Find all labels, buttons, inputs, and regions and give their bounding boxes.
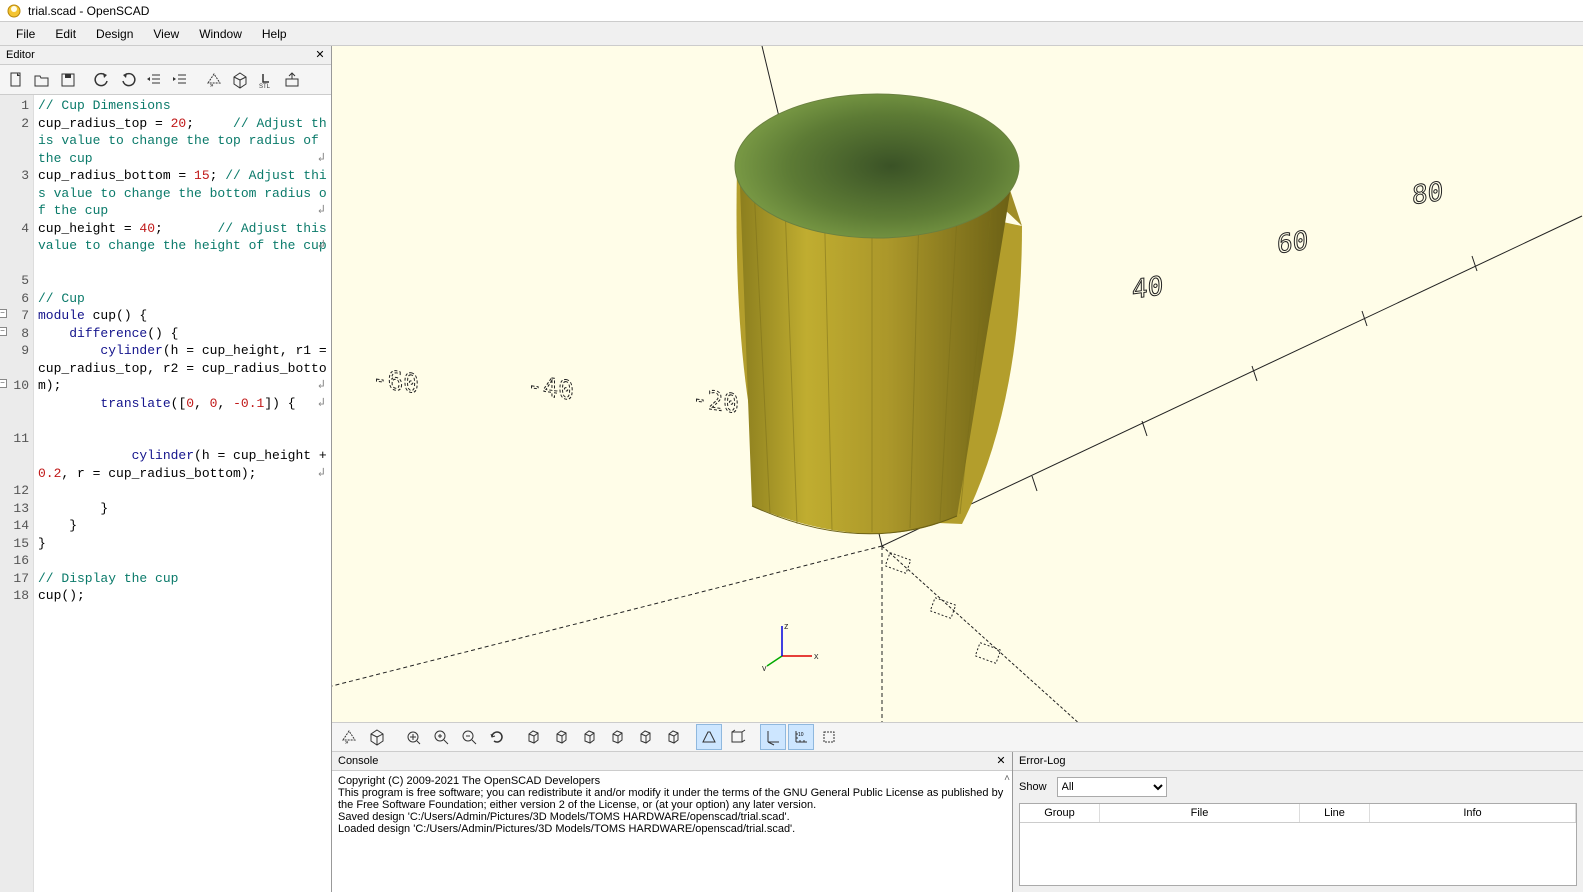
error-log-panel: Error-Log Show All GroupFileLineInfo <box>1013 752 1583 892</box>
send-icon[interactable] <box>280 68 304 92</box>
app-icon <box>6 3 22 19</box>
zoom-out-icon[interactable] <box>456 724 482 750</box>
svg-text:-40: -40 <box>527 371 574 407</box>
close-icon[interactable]: ✕ <box>313 48 327 62</box>
error-log-header: Error-Log <box>1013 752 1583 771</box>
svg-text:»: » <box>210 83 214 89</box>
svg-text:40: 40 <box>1132 271 1163 305</box>
indent-icon[interactable] <box>168 68 192 92</box>
view-left-icon[interactable] <box>604 724 630 750</box>
svg-text:10: 10 <box>798 732 804 738</box>
show-label: Show <box>1019 781 1047 793</box>
svg-text:-20: -20 <box>692 384 739 420</box>
menu-bar: FileEditDesignViewWindowHelp <box>0 22 1583 46</box>
console-panel: Console ✕ ˄ Copyright (C) 2009-2021 The … <box>332 752 1013 892</box>
console-output[interactable]: ˄ Copyright (C) 2009-2021 The OpenSCAD D… <box>332 771 1012 892</box>
console-line: Saved design 'C:/Users/Admin/Pictures/3D… <box>338 811 1006 823</box>
code-editor[interactable]: 1234567−8−910−1112131415161718 // Cup Di… <box>0 95 331 892</box>
editor-panel-header: Editor ✕ <box>0 46 331 65</box>
console-line: Copyright (C) 2009-2021 The OpenSCAD Dev… <box>338 775 1006 787</box>
menu-window[interactable]: Window <box>189 25 252 43</box>
close-icon[interactable]: ✕ <box>994 754 1008 768</box>
error-log-title: Error-Log <box>1019 755 1065 767</box>
open-icon[interactable] <box>30 68 54 92</box>
console-line: Loaded design 'C:/Users/Admin/Pictures/3… <box>338 823 1006 835</box>
editor-panel: Editor ✕ » STL 1234567−8−910−111213141516… <box>0 46 332 892</box>
view-right-icon[interactable] <box>520 724 546 750</box>
error-col-line[interactable]: Line <box>1300 804 1370 822</box>
menu-edit[interactable]: Edit <box>45 25 86 43</box>
menu-help[interactable]: Help <box>252 25 297 43</box>
error-col-info[interactable]: Info <box>1370 804 1576 822</box>
3d-model-render: 40 60 80 -20 -40 -60 <box>332 46 1583 722</box>
svg-text:STL: STL <box>259 84 271 89</box>
menu-view[interactable]: View <box>143 25 189 43</box>
axes-icon[interactable] <box>760 724 786 750</box>
error-col-file[interactable]: File <box>1100 804 1300 822</box>
svg-text:-60: -60 <box>372 364 419 400</box>
preview-icon[interactable]: » <box>202 68 226 92</box>
save-icon[interactable] <box>56 68 80 92</box>
reset-view-icon[interactable] <box>484 724 510 750</box>
view-top-icon[interactable] <box>548 724 574 750</box>
stl-icon[interactable]: STL <box>254 68 278 92</box>
3d-viewport[interactable]: 40 60 80 -20 -40 -60 <box>332 46 1583 722</box>
console-panel-header: Console ✕ <box>332 752 1012 771</box>
editor-panel-title: Editor <box>6 49 35 61</box>
unindent-icon[interactable] <box>142 68 166 92</box>
error-col-group[interactable]: Group <box>1020 804 1100 822</box>
undo-icon[interactable] <box>90 68 114 92</box>
editor-toolbar: » STL <box>0 65 331 95</box>
scale-marker-icon[interactable]: 10 <box>788 724 814 750</box>
svg-text:80: 80 <box>1412 177 1443 211</box>
view-all-icon[interactable] <box>400 724 426 750</box>
console-panel-title: Console <box>338 755 378 767</box>
window-title: trial.scad - OpenSCAD <box>28 4 149 18</box>
ortho-icon[interactable] <box>724 724 750 750</box>
crosshair-icon[interactable] <box>816 724 842 750</box>
svg-text:z: z <box>784 621 789 631</box>
view-front-icon[interactable] <box>632 724 658 750</box>
title-bar: trial.scad - OpenSCAD <box>0 0 1583 22</box>
scroll-up-icon[interactable]: ˄ <box>1004 773 1010 784</box>
error-table[interactable]: GroupFileLineInfo <box>1019 803 1577 886</box>
render-icon[interactable] <box>228 68 252 92</box>
svg-text:60: 60 <box>1277 226 1308 260</box>
axis-indicator: x y z <box>762 621 822 674</box>
new-icon[interactable] <box>4 68 28 92</box>
svg-text:»: » <box>345 740 349 746</box>
error-filter-select[interactable]: All <box>1057 777 1167 797</box>
render-icon[interactable] <box>364 724 390 750</box>
preview-icon[interactable]: » <box>336 724 362 750</box>
svg-text:x: x <box>814 651 819 661</box>
redo-icon[interactable] <box>116 68 140 92</box>
view-back-icon[interactable] <box>660 724 686 750</box>
perspective-icon[interactable] <box>696 724 722 750</box>
menu-design[interactable]: Design <box>86 25 143 43</box>
view-bottom-icon[interactable] <box>576 724 602 750</box>
zoom-in-icon[interactable] <box>428 724 454 750</box>
console-line: This program is free software; you can r… <box>338 787 1006 811</box>
svg-text:y: y <box>762 663 767 671</box>
viewport-toolbar: » 10 <box>332 722 1583 752</box>
menu-file[interactable]: File <box>6 25 45 43</box>
